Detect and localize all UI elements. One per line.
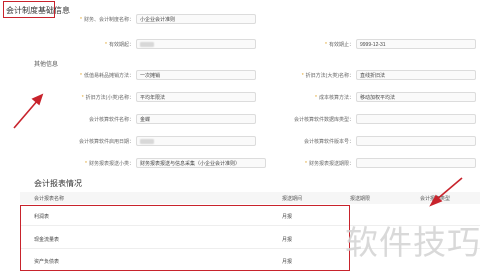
watermark-text: 软件技巧 bbox=[345, 223, 481, 262]
arrow-right-icon bbox=[429, 177, 463, 207]
arrow-left-icon bbox=[13, 93, 44, 129]
